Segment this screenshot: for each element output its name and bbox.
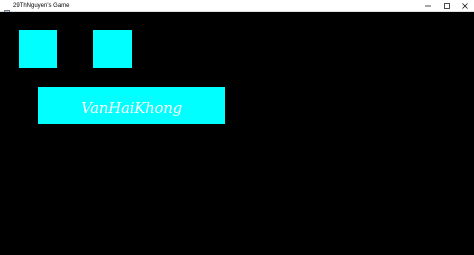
window-app-icon (4, 2, 10, 17)
window-title: 29ThNguyen's Game (13, 3, 70, 9)
close-button[interactable] (456, 0, 474, 11)
close-icon (462, 2, 468, 9)
banner-text: VanHaiKhong (81, 99, 182, 117)
game-window: 29ThNguyen's Game VanHaiKhong (0, 0, 474, 255)
cyan-block-right (93, 30, 132, 68)
title-banner: VanHaiKhong (38, 87, 225, 124)
cyan-block-left (19, 30, 57, 68)
game-canvas[interactable]: VanHaiKhong (0, 12, 474, 255)
maximize-button[interactable] (438, 0, 456, 11)
title-bar[interactable]: 29ThNguyen's Game (0, 0, 474, 17)
minimize-button[interactable] (419, 0, 437, 11)
maximize-icon (444, 2, 450, 9)
minimize-icon (425, 3, 431, 9)
